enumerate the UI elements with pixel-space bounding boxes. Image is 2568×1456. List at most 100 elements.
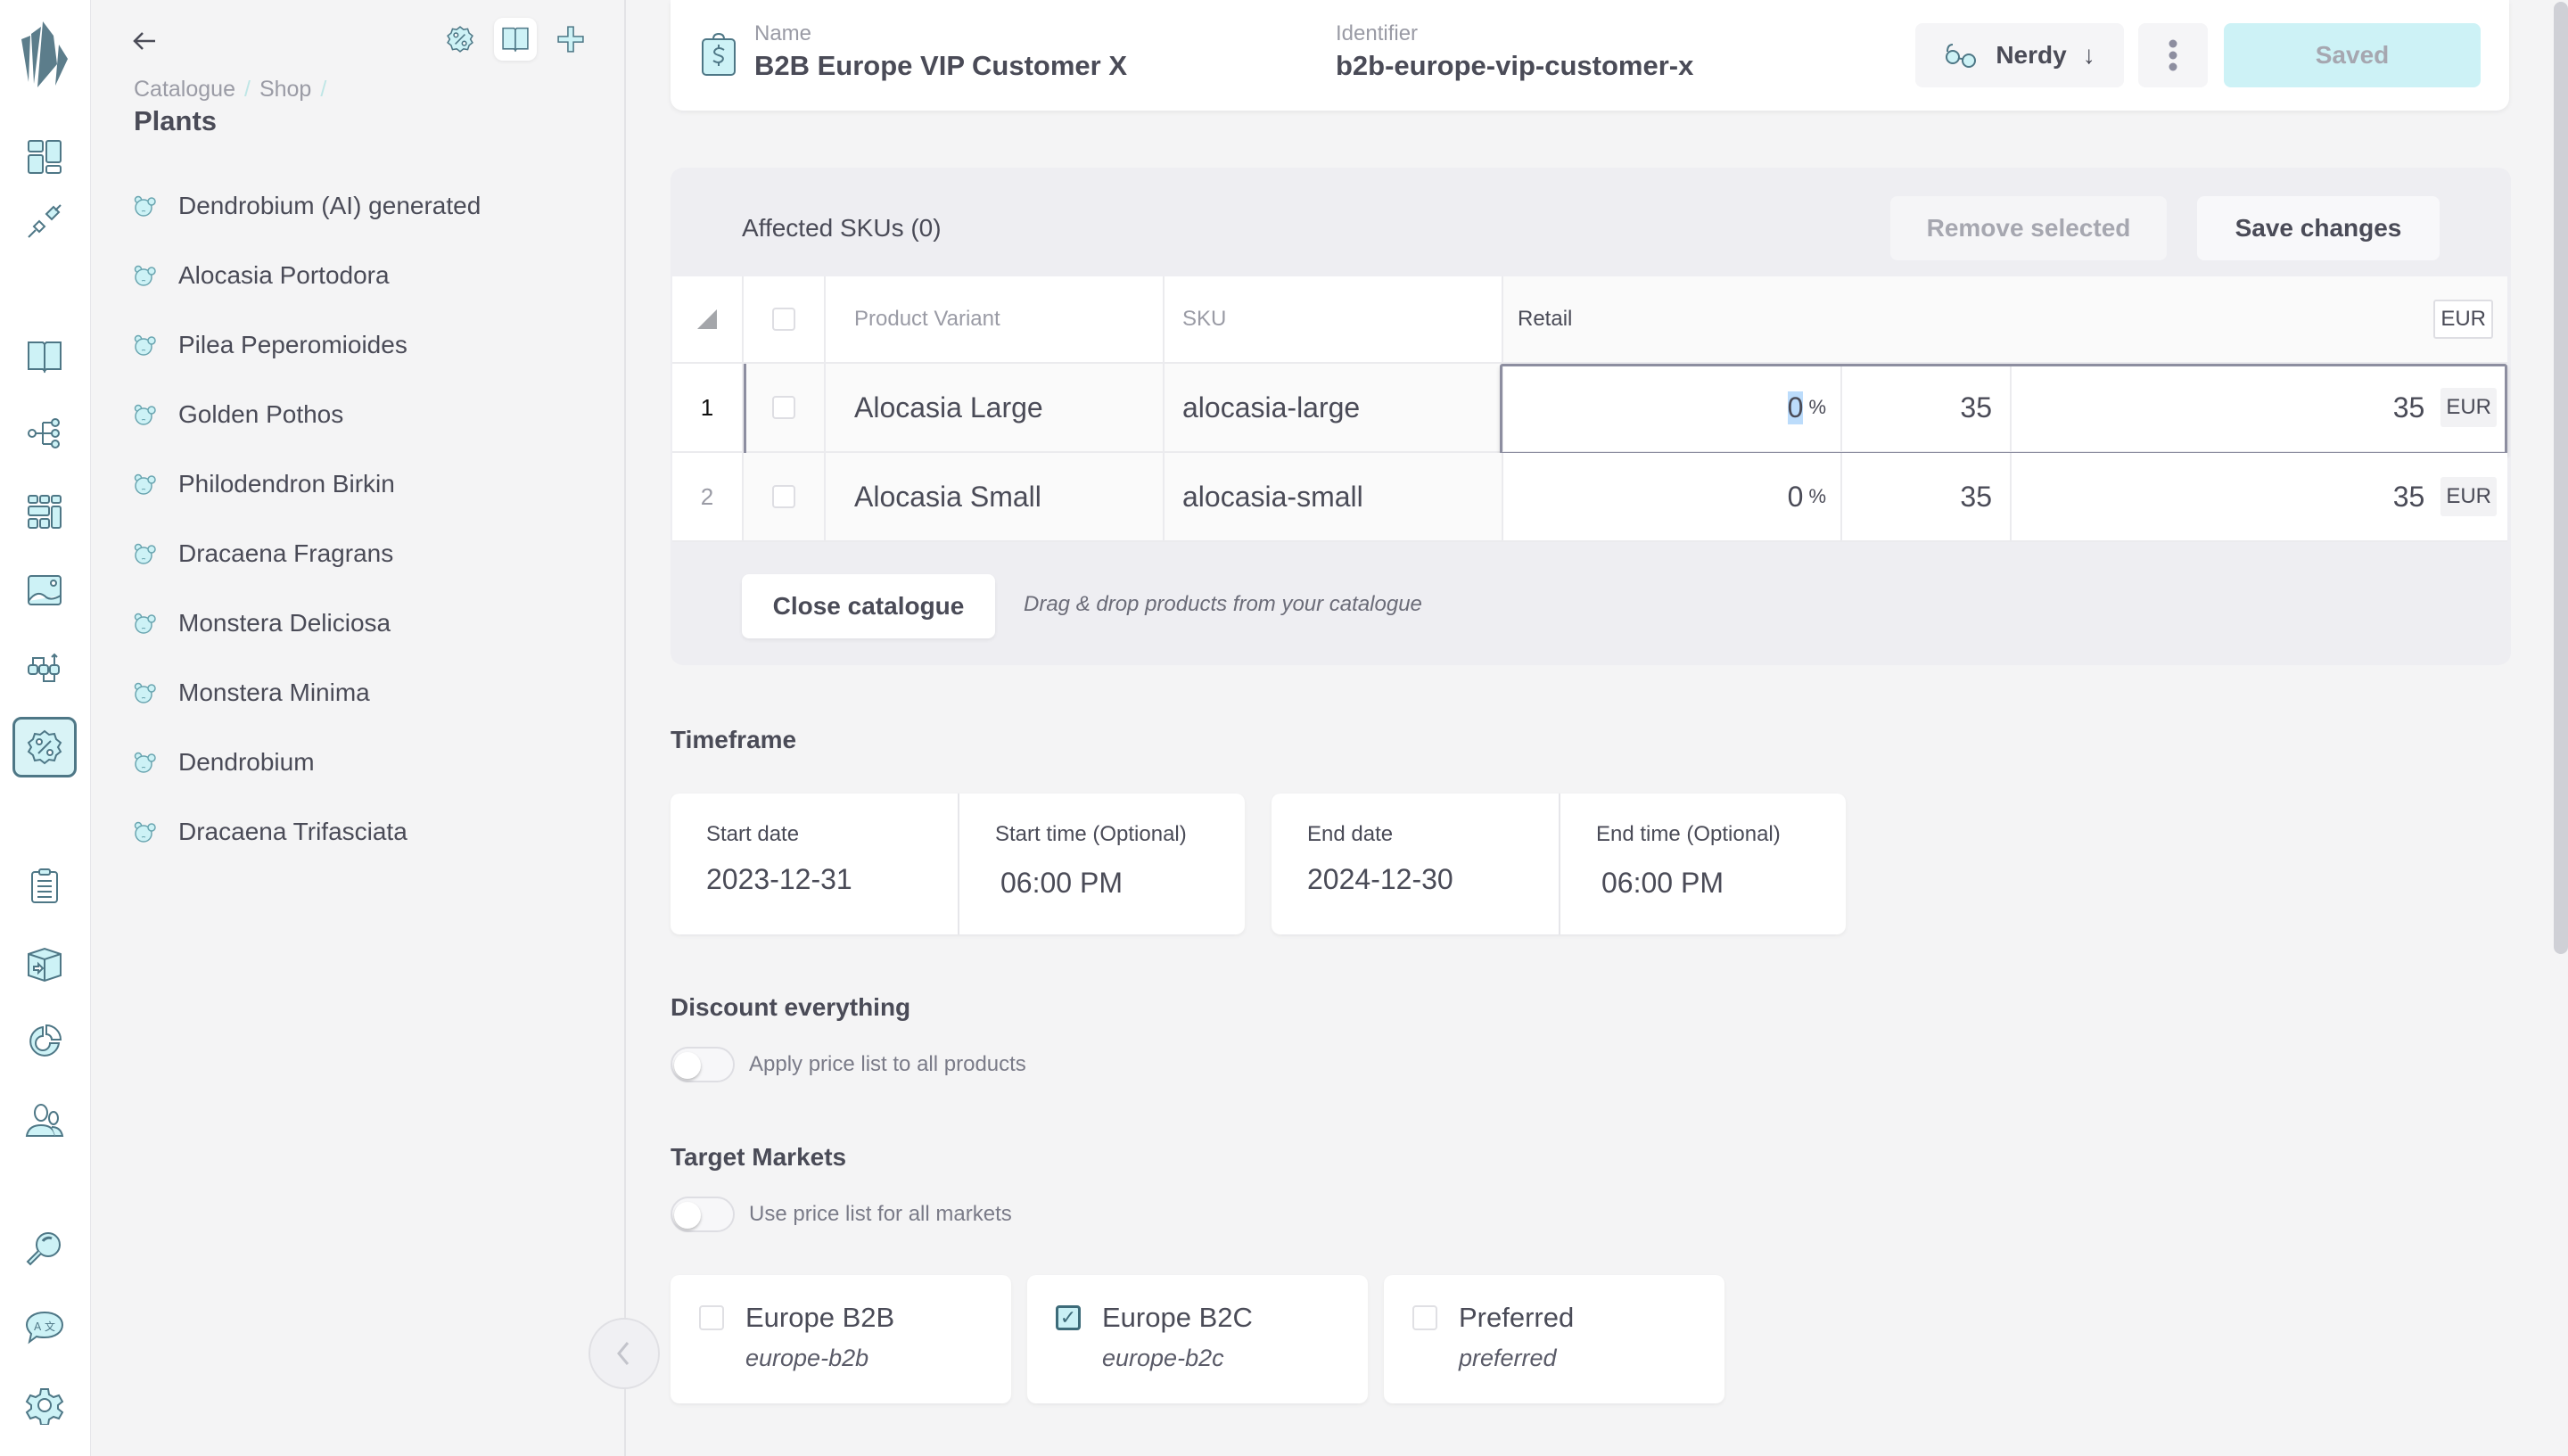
- discount-all-label: Apply price list to all products: [749, 1052, 1026, 1076]
- market-checkbox[interactable]: ✓: [1056, 1305, 1081, 1330]
- all-markets-toggle[interactable]: [671, 1197, 735, 1232]
- name-value[interactable]: B2B Europe VIP Customer X: [754, 50, 1127, 82]
- rail-item-topics[interactable]: [12, 403, 77, 464]
- discount-view-button[interactable]: [439, 18, 482, 61]
- product-list-item[interactable]: Dracaena Fragrans: [134, 519, 481, 588]
- add-button[interactable]: [549, 18, 592, 61]
- start-time-label: Start time (Optional): [995, 822, 1187, 846]
- product-list-item[interactable]: Monstera Minima: [134, 658, 481, 728]
- select-all-checkbox[interactable]: [772, 308, 795, 331]
- row-checkbox[interactable]: [772, 396, 795, 419]
- chevron-left-icon: [617, 1342, 630, 1365]
- start-datetime-card: Start date 2023-12-31 Start time (Option…: [671, 794, 1245, 934]
- product-list: Dendrobium (AI) generated Alocasia Porto…: [134, 171, 481, 867]
- arrow-down-icon: ↓: [2082, 41, 2095, 69]
- end-time-field[interactable]: End time (Optional) 06:00 PM: [1559, 794, 1846, 934]
- rail-item-flows[interactable]: [12, 638, 77, 699]
- close-catalogue-button[interactable]: Close catalogue: [742, 574, 995, 638]
- final-price-cell[interactable]: 35 EUR: [2012, 453, 2507, 540]
- rail-item-dashboard[interactable]: [12, 127, 77, 187]
- collapse-panel-button[interactable]: [588, 1318, 660, 1389]
- rail-item-price-lists[interactable]: [12, 717, 77, 777]
- rail-item-grid[interactable]: [12, 481, 77, 542]
- product-list-item[interactable]: Monstera Deliciosa: [134, 588, 481, 658]
- translate-icon: A文: [25, 1311, 64, 1345]
- table-row[interactable]: 1 Alocasia Large alocasia-large 0% 35 35…: [672, 364, 2507, 455]
- row-checkbox[interactable]: [772, 485, 795, 508]
- product-icon: [134, 334, 156, 356]
- rail-item-customers[interactable]: [12, 1090, 77, 1150]
- scrollbar-thumb[interactable]: [2554, 2, 2568, 954]
- discount-value[interactable]: 0: [1787, 391, 1804, 424]
- sort-toggle[interactable]: [672, 276, 744, 362]
- view-mode-button[interactable]: Nerdy ↓: [1915, 23, 2124, 87]
- product-list-item[interactable]: Dendrobium (AI) generated: [134, 171, 481, 241]
- identifier-field: Identifier b2b-europe-vip-customer-x: [1336, 21, 1693, 82]
- variant-name-cell[interactable]: Alocasia Large: [826, 364, 1165, 451]
- final-price-cell[interactable]: 35 EUR: [2012, 364, 2507, 451]
- end-date-field[interactable]: End date 2024-12-30: [1272, 794, 1559, 934]
- market-checkbox[interactable]: [1412, 1305, 1437, 1330]
- more-options-button[interactable]: [2138, 23, 2208, 87]
- product-list-item[interactable]: Dracaena Trifasciata: [134, 797, 481, 867]
- rail-item-plugins[interactable]: [12, 191, 77, 251]
- identifier-value[interactable]: b2b-europe-vip-customer-x: [1336, 50, 1693, 82]
- catalogue-view-button[interactable]: [494, 18, 537, 61]
- rail-item-orders[interactable]: [12, 856, 77, 917]
- market-card[interactable]: ✓ Europe B2C europe-b2c: [1027, 1275, 1368, 1403]
- product-list-item[interactable]: Pilea Peperomioides: [134, 310, 481, 380]
- sku-cell[interactable]: alocasia-large: [1165, 364, 1503, 451]
- rail-item-catalogue[interactable]: [12, 326, 77, 387]
- saved-button[interactable]: Saved: [2224, 23, 2481, 87]
- rail-item-search[interactable]: [12, 1218, 77, 1279]
- column-header-retail[interactable]: Retail EUR: [1503, 276, 2507, 362]
- sku-cell[interactable]: alocasia-small: [1165, 453, 1503, 540]
- product-list-item[interactable]: Golden Pothos: [134, 380, 481, 449]
- discount-all-toggle[interactable]: [671, 1047, 735, 1082]
- back-arrow-icon[interactable]: [128, 25, 160, 57]
- start-time-field[interactable]: Start time (Optional) 06:00 PM: [958, 794, 1245, 934]
- product-icon: [134, 821, 156, 843]
- breadcrumb: Catalogue / Shop /: [134, 77, 326, 103]
- product-list-item[interactable]: Alocasia Portodora: [134, 241, 481, 310]
- column-header-sku[interactable]: SKU: [1165, 276, 1503, 362]
- clipboard-icon: [31, 868, 58, 903]
- save-changes-button[interactable]: Save changes: [2197, 196, 2440, 260]
- discount-icon: [27, 729, 62, 765]
- discount-percent-cell[interactable]: 0%: [1503, 453, 1842, 540]
- product-icon: [134, 404, 156, 425]
- rail-item-reports[interactable]: [12, 1011, 77, 1072]
- start-date-field[interactable]: Start date 2023-12-31: [671, 794, 958, 934]
- product-list-item[interactable]: Philodendron Birkin: [134, 449, 481, 519]
- breadcrumb-shop[interactable]: Shop: [259, 77, 311, 103]
- variant-name-cell[interactable]: Alocasia Small: [826, 453, 1165, 540]
- base-price-cell[interactable]: 35: [1842, 453, 2012, 540]
- more-vertical-icon: [2169, 39, 2177, 71]
- rail-item-settings[interactable]: [12, 1375, 77, 1435]
- start-date-value[interactable]: 2023-12-31: [706, 863, 958, 896]
- currency-selector[interactable]: EUR: [2433, 300, 2493, 339]
- column-header-variant[interactable]: Product Variant: [826, 276, 1165, 362]
- end-time-value[interactable]: 06:00 PM: [1601, 867, 1846, 900]
- discount-icon: [447, 26, 473, 53]
- rail-item-media[interactable]: [12, 560, 77, 621]
- start-time-value[interactable]: 06:00 PM: [1000, 867, 1245, 900]
- market-card[interactable]: Europe B2B europe-b2b: [671, 1275, 1011, 1403]
- end-datetime-card: End date 2024-12-30 End time (Optional) …: [1272, 794, 1846, 934]
- table-row[interactable]: 2 Alocasia Small alocasia-small 0% 35 35…: [672, 453, 2507, 542]
- product-list-item[interactable]: Dendrobium: [134, 728, 481, 797]
- end-date-value[interactable]: 2024-12-30: [1307, 863, 1559, 896]
- market-checkbox[interactable]: [699, 1305, 724, 1330]
- discount-percent-cell[interactable]: 0%: [1503, 364, 1842, 451]
- base-price-cell[interactable]: 35: [1842, 364, 2012, 451]
- crystal-logo[interactable]: [18, 18, 71, 89]
- remove-selected-button[interactable]: Remove selected: [1890, 196, 2167, 260]
- rail-item-translations[interactable]: A文: [12, 1296, 77, 1357]
- product-icon: [134, 543, 156, 564]
- rail-item-stock[interactable]: [12, 933, 77, 993]
- discount-value[interactable]: 0: [1788, 481, 1804, 514]
- breadcrumb-catalogue[interactable]: Catalogue: [134, 77, 235, 103]
- book-icon: [502, 27, 529, 53]
- market-card[interactable]: Preferred preferred: [1384, 1275, 1724, 1403]
- product-name: Dracaena Trifasciata: [178, 818, 407, 845]
